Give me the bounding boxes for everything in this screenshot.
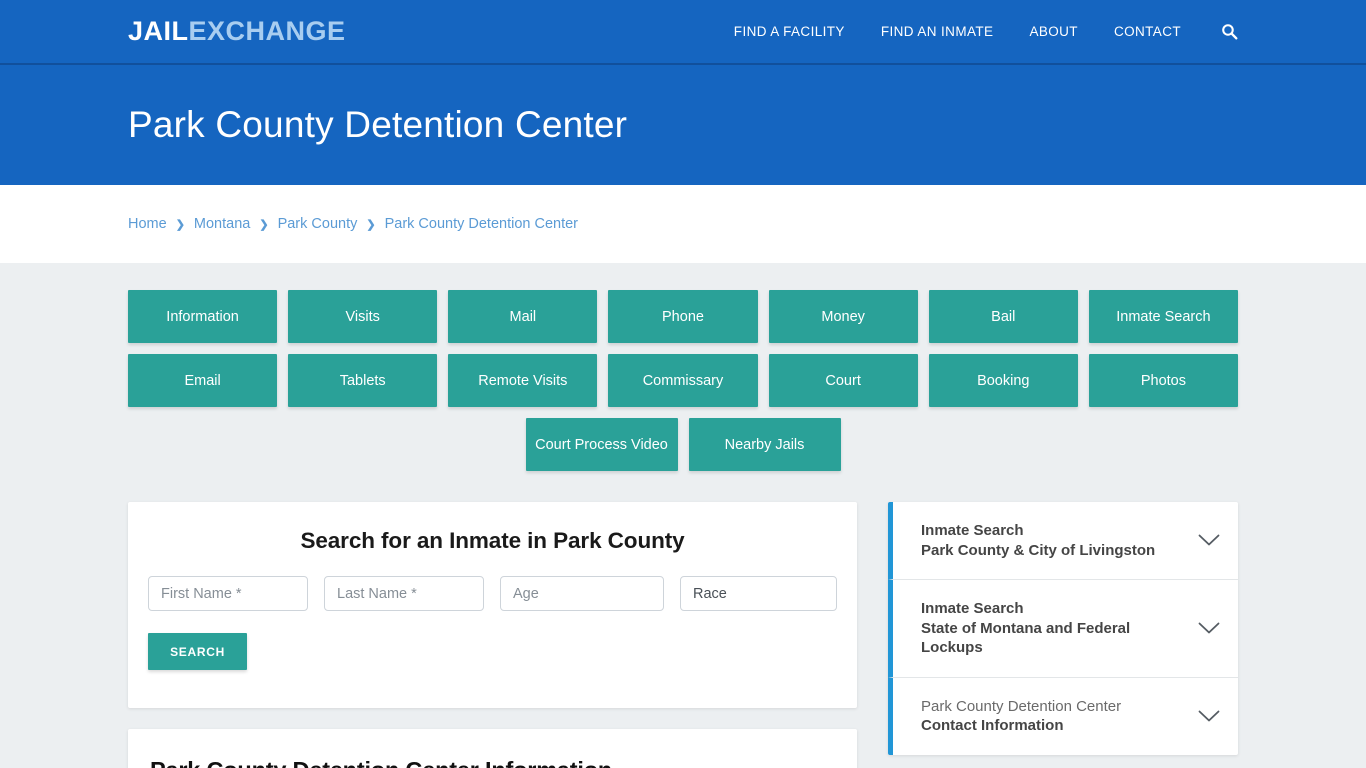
facility-tab-grid: Information Visits Mail Phone Money Bail… — [128, 290, 1238, 471]
chevron-down-icon[interactable] — [1196, 622, 1222, 635]
chevron-down-icon[interactable] — [1196, 534, 1222, 547]
accordion-item-line2: State of Montana and Federal Lockups — [921, 619, 1131, 657]
accordion-item-line2: Park County & City of Livingston — [921, 541, 1156, 559]
main-content: Information Visits Mail Phone Money Bail… — [0, 263, 1366, 768]
main-column: Search for an Inmate in Park County Race… — [128, 502, 857, 768]
inmate-search-heading: Search for an Inmate in Park County — [300, 528, 685, 553]
main-navigation: FIND A FACILITY FIND AN INMATE ABOUT CON… — [716, 23, 1238, 40]
facility-tab-row: Court Process Video Nearby Jails — [128, 418, 1238, 471]
tab-bail[interactable]: Bail — [928, 290, 1078, 343]
accordion-item-line1: Inmate Search — [921, 522, 1024, 539]
breadcrumb-item-park-county[interactable]: Park County — [278, 216, 358, 232]
tab-nearby-jails[interactable]: Nearby Jails — [688, 418, 841, 471]
tab-commissary[interactable]: Commissary — [608, 354, 758, 407]
tab-information[interactable]: Information — [128, 290, 278, 343]
breadcrumb-separator-icon: ❯ — [259, 218, 269, 231]
accordion-item-inmate-search-local[interactable]: Inmate Search Park County & City of Livi… — [888, 502, 1238, 580]
tab-money[interactable]: Money — [768, 290, 918, 343]
race-select[interactable]: Race — [680, 576, 837, 611]
tab-remote-visits[interactable]: Remote Visits — [448, 354, 598, 407]
breadcrumb-bar: Home ❯ Montana ❯ Park County ❯ Park Coun… — [0, 185, 1366, 263]
accordion-item-contact-information[interactable]: Park County Detention Center Contact Inf… — [888, 677, 1238, 755]
accordion-item-line1: Park County Detention Center — [921, 697, 1122, 715]
inmate-search-fields: Race — [148, 576, 837, 611]
nav-item-contact[interactable]: CONTACT — [1096, 24, 1199, 39]
page-title: Park County Detention Center — [128, 103, 628, 145]
tab-phone[interactable]: Phone — [608, 290, 758, 343]
tab-photos[interactable]: Photos — [1088, 354, 1238, 407]
chevron-down-icon[interactable] — [1196, 710, 1222, 723]
facility-information-heading: Park County Detention Center Information — [150, 757, 835, 768]
nav-item-find-a-facility[interactable]: FIND A FACILITY — [716, 24, 863, 39]
content-wrapper: Information Visits Mail Phone Money Bail… — [128, 290, 1238, 768]
breadcrumb-separator-icon: ❯ — [366, 218, 376, 231]
accordion-item-label: Park County Detention Center Contact Inf… — [921, 697, 1188, 736]
nav-item-about[interactable]: ABOUT — [1011, 24, 1096, 39]
breadcrumb-item-montana[interactable]: Montana — [194, 216, 250, 232]
age-input[interactable] — [500, 576, 664, 611]
inmate-search-card: Search for an Inmate in Park County Race… — [128, 502, 857, 708]
tab-booking[interactable]: Booking — [928, 354, 1078, 407]
tab-tablets[interactable]: Tablets — [288, 354, 438, 407]
breadcrumb: Home ❯ Montana ❯ Park County ❯ Park Coun… — [128, 216, 578, 232]
sidebar-accordion: Inmate Search Park County & City of Livi… — [888, 502, 1238, 755]
tab-email[interactable]: Email — [128, 354, 278, 407]
accordion-item-inmate-search-state[interactable]: Inmate Search State of Montana and Feder… — [888, 580, 1238, 678]
accordion-item-label: Inmate Search Park County & City of Livi… — [921, 521, 1188, 560]
last-name-input[interactable] — [324, 576, 484, 611]
sidebar-column: Inmate Search Park County & City of Livi… — [888, 502, 1238, 755]
search-icon[interactable] — [1199, 23, 1238, 40]
accordion-item-line1: Inmate Search — [921, 600, 1024, 617]
accordion-item-label: Inmate Search State of Montana and Feder… — [921, 599, 1188, 658]
facility-information-card: Park County Detention Center Information — [128, 729, 857, 768]
content-columns: Search for an Inmate in Park County Race… — [128, 502, 1238, 768]
site-logo[interactable]: JAILEXCHANGE — [128, 18, 346, 45]
tab-mail[interactable]: Mail — [448, 290, 598, 343]
tab-inmate-search[interactable]: Inmate Search — [1088, 290, 1238, 343]
tab-court-process-video[interactable]: Court Process Video — [525, 418, 678, 471]
facility-tab-row: Information Visits Mail Phone Money Bail… — [128, 290, 1238, 343]
breadcrumb-separator-icon: ❯ — [175, 218, 185, 231]
logo-text-primary: JAIL — [128, 16, 189, 46]
accordion-item-line2: Contact Information — [921, 717, 1064, 734]
logo-text-secondary: EXCHANGE — [188, 16, 346, 46]
breadcrumb-item-current: Park County Detention Center — [384, 216, 579, 232]
site-header: JAILEXCHANGE FIND A FACILITY FIND AN INM… — [0, 0, 1366, 65]
facility-tab-row: Email Tablets Remote Visits Commissary C… — [128, 354, 1238, 407]
tab-visits[interactable]: Visits — [288, 290, 438, 343]
tab-court[interactable]: Court — [768, 354, 918, 407]
breadcrumb-item-home[interactable]: Home — [128, 216, 167, 232]
search-button[interactable]: SEARCH — [148, 633, 247, 670]
first-name-input[interactable] — [148, 576, 308, 611]
hero-banner: Park County Detention Center — [0, 65, 1366, 185]
nav-item-find-an-inmate[interactable]: FIND AN INMATE — [863, 24, 1012, 39]
